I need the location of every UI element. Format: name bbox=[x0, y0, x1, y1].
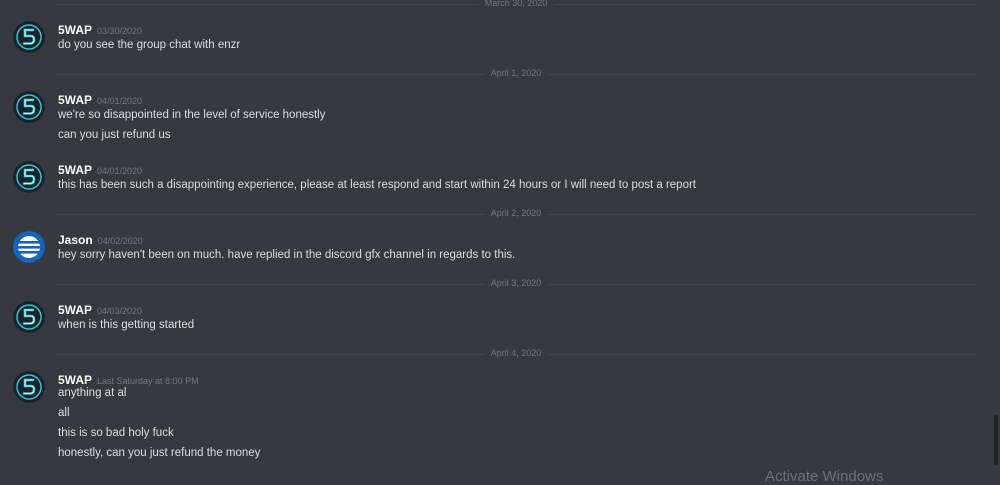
message-text: all bbox=[58, 407, 70, 419]
message-text: do you see the group chat with enzr bbox=[58, 39, 241, 51]
message-text: we're so disappointed in the level of se… bbox=[58, 109, 326, 121]
date-divider: March 30, 2020 bbox=[56, 0, 976, 8]
username[interactable]: 5WAP bbox=[58, 23, 92, 37]
username[interactable]: Jason bbox=[58, 233, 93, 247]
message-text: this is so bad holy fuck bbox=[58, 427, 174, 439]
message-header: Jason 04/02/2020 bbox=[58, 231, 143, 249]
message-text: hey sorry haven't been on much. have rep… bbox=[58, 249, 516, 261]
5wap-logo-avatar[interactable] bbox=[13, 371, 45, 403]
username[interactable]: 5WAP bbox=[58, 373, 92, 387]
message-text: when is this getting started bbox=[58, 319, 195, 331]
activate-windows-watermark: Activate Windows bbox=[765, 468, 884, 485]
scrollbar-thumb[interactable] bbox=[994, 415, 998, 465]
message-text: can you just refund us bbox=[58, 129, 171, 141]
date-divider: April 4, 2020 bbox=[56, 348, 976, 358]
5wap-logo-avatar[interactable] bbox=[13, 21, 45, 53]
timestamp: 04/03/2020 bbox=[97, 306, 143, 316]
date-divider: April 3, 2020 bbox=[56, 278, 976, 288]
date-divider-label: April 2, 2020 bbox=[484, 208, 548, 218]
message-header: 5WAP 03/30/2020 bbox=[58, 21, 142, 39]
message-text: this has been such a disappointing exper… bbox=[58, 179, 697, 191]
username[interactable]: 5WAP bbox=[58, 93, 92, 107]
5wap-logo-avatar[interactable] bbox=[13, 161, 45, 193]
date-divider: April 1, 2020 bbox=[56, 68, 976, 78]
striped-globe-avatar[interactable] bbox=[13, 231, 45, 263]
date-divider-label: March 30, 2020 bbox=[478, 0, 554, 8]
username[interactable]: 5WAP bbox=[58, 163, 92, 177]
5wap-logo-avatar[interactable] bbox=[13, 301, 45, 333]
date-divider-label: April 1, 2020 bbox=[484, 68, 548, 78]
timestamp: Last Saturday at 8:00 PM bbox=[97, 376, 199, 386]
date-divider: April 2, 2020 bbox=[56, 208, 976, 218]
timestamp: 04/01/2020 bbox=[97, 96, 143, 106]
message-text: honestly, can you just refund the money bbox=[58, 447, 261, 459]
timestamp: 04/01/2020 bbox=[97, 166, 143, 176]
message-text: anything at al bbox=[58, 387, 127, 399]
message-header: 5WAP 04/01/2020 bbox=[58, 161, 142, 179]
username[interactable]: 5WAP bbox=[58, 303, 92, 317]
message-header: 5WAP 04/03/2020 bbox=[58, 301, 142, 319]
date-divider-label: April 3, 2020 bbox=[484, 278, 548, 288]
date-divider-label: April 4, 2020 bbox=[484, 348, 548, 358]
5wap-logo-avatar[interactable] bbox=[13, 91, 45, 123]
message-header: 5WAP 04/01/2020 bbox=[58, 91, 142, 109]
timestamp: 03/30/2020 bbox=[97, 26, 143, 36]
timestamp: 04/02/2020 bbox=[97, 236, 143, 246]
